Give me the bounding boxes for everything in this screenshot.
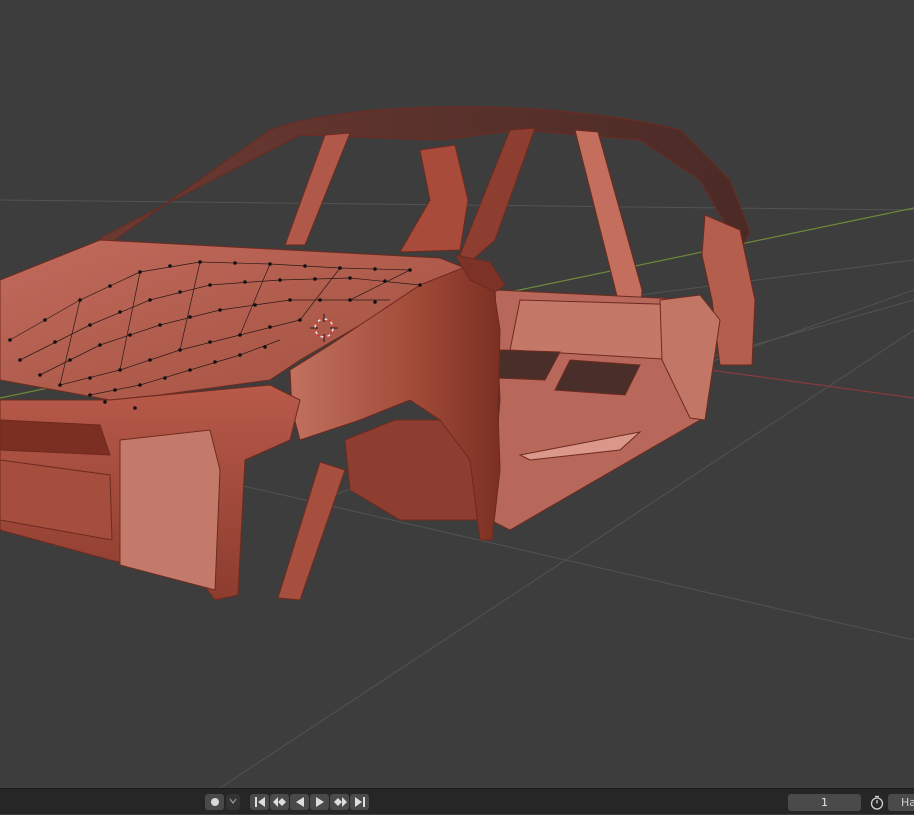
3d-viewport[interactable] (0, 0, 914, 788)
timeline-header: 1 Ha (0, 788, 914, 814)
play-reverse-icon[interactable] (290, 794, 309, 810)
stopwatch-icon[interactable] (868, 794, 886, 811)
playback-dropdown-label[interactable]: Ha (888, 794, 914, 811)
play-icon[interactable] (310, 794, 329, 810)
viewport-canvas[interactable] (0, 0, 914, 788)
jump-to-keyframe-prev-icon[interactable] (270, 794, 289, 810)
jump-to-keyframe-next-icon[interactable] (330, 794, 349, 810)
jump-to-start-icon[interactable] (250, 794, 269, 810)
current-frame-field[interactable]: 1 (788, 794, 861, 811)
jump-to-end-icon[interactable] (350, 794, 369, 810)
chevron-down-icon[interactable] (226, 794, 240, 810)
record-dot-icon[interactable] (205, 794, 224, 810)
